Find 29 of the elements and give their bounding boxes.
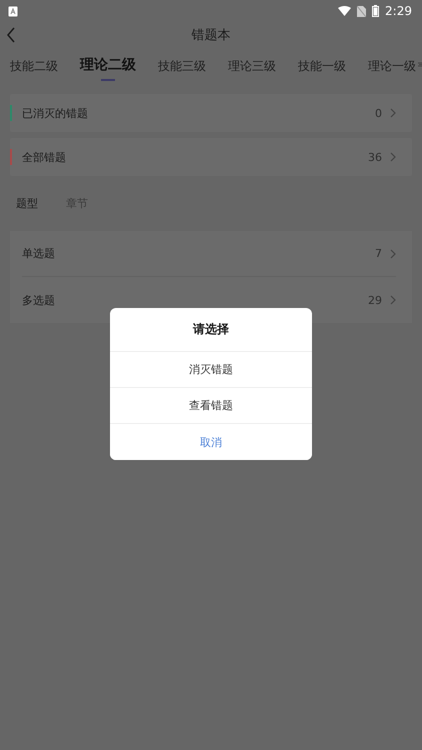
level-tab[interactable]: 理论三级 [228, 58, 276, 82]
level-tab[interactable]: 理论一级 [368, 58, 416, 82]
row-label: 已消灭的错题 [22, 106, 89, 120]
level-tab[interactable]: 理论二级 [80, 56, 136, 81]
no-sim-icon [357, 6, 366, 16]
chevron-right-icon [390, 152, 396, 162]
summary-row[interactable]: 已消灭的错题 0 [10, 94, 412, 132]
chevron-right-icon [390, 248, 396, 258]
wifi-icon [338, 6, 352, 16]
row-label: 多选题 [22, 292, 56, 308]
row-label: 全部错题 [22, 150, 67, 164]
row-count: 7 [375, 247, 382, 260]
chevron-right-icon [390, 295, 396, 305]
clock: 2:29 [385, 4, 412, 18]
row-count: 29 [368, 294, 382, 306]
group-tab[interactable]: 题型 [16, 196, 38, 211]
row-count: 0 [375, 106, 382, 120]
chevron-right-icon [390, 108, 396, 118]
row-count: 36 [368, 150, 382, 164]
level-tab[interactable]: 技能三级 [158, 58, 206, 82]
back-icon[interactable] [6, 27, 16, 43]
notification-icon [8, 6, 18, 16]
level-tab[interactable]: 技能二级 [10, 58, 58, 82]
summary-row[interactable]: 全部错题 36 [10, 138, 412, 176]
category-row[interactable]: 单选题 7 [22, 231, 396, 277]
page-title: 错题本 [192, 27, 230, 44]
row-label: 单选题 [22, 246, 56, 261]
battery-icon [372, 5, 380, 17]
level-tab[interactable]: 技能一级 [298, 58, 346, 82]
